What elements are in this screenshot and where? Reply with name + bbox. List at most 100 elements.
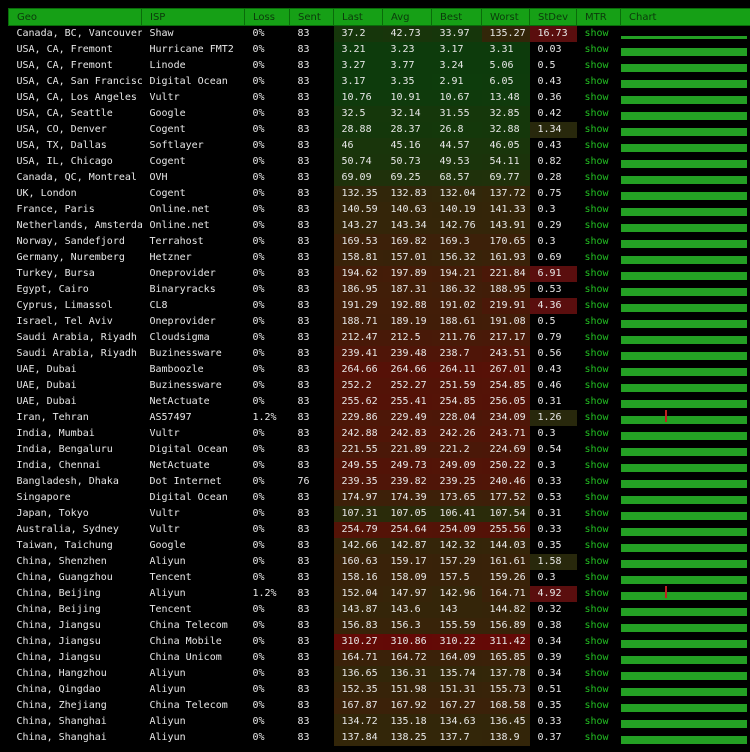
latency-chart-bar xyxy=(620,704,747,712)
table-row: Egypt, Cairo Binaryracks 0% 83 186.95 187.31 1… xyxy=(9,282,750,298)
cell-avg: 42.73 xyxy=(382,25,432,42)
mtr-show-link[interactable]: show xyxy=(577,202,621,218)
mtr-show-link[interactable]: show xyxy=(577,602,621,618)
latency-chart-bar xyxy=(620,410,747,424)
mtr-show-link[interactable]: show xyxy=(577,234,621,250)
cell-sent: 83 xyxy=(297,220,310,231)
mtr-show-link[interactable]: show xyxy=(577,554,621,570)
cell-loss: 0% xyxy=(252,396,265,407)
mtr-show-link[interactable]: show xyxy=(577,714,621,730)
mtr-show-link[interactable]: show xyxy=(577,42,621,58)
mtr-show-link[interactable]: show xyxy=(577,250,621,266)
cell-avg: 147.97 xyxy=(382,586,432,602)
mtr-show-link[interactable]: show xyxy=(577,378,621,394)
cell-last: 212.47 xyxy=(333,330,383,346)
mtr-show-link[interactable]: show xyxy=(577,522,621,538)
cell-worst: 156.89 xyxy=(481,618,530,634)
cell-best: 254.85 xyxy=(431,394,482,410)
cell-best: 151.31 xyxy=(431,682,482,698)
mtr-show-link[interactable]: show xyxy=(577,186,621,202)
cell-loss: 0% xyxy=(252,76,265,87)
mtr-show-link[interactable]: show xyxy=(577,314,621,330)
mtr-show-link[interactable]: show xyxy=(577,426,621,442)
cell-isp: Hurricane FMT2 xyxy=(149,44,234,55)
mtr-show-link[interactable]: show xyxy=(577,698,621,714)
mtr-show-link[interactable]: show xyxy=(577,586,621,602)
mtr-show-link[interactable]: show xyxy=(577,362,621,378)
mtr-show-link[interactable]: show xyxy=(577,298,621,314)
cell-isp: Binaryracks xyxy=(149,284,216,295)
table-row: China, Shenzhen Aliyun 0% 83 160.63 159.17 157… xyxy=(9,554,750,570)
cell-sent: 83 xyxy=(297,396,310,407)
cell-sent: 83 xyxy=(297,684,310,695)
cell-geo: UAE, Dubai xyxy=(16,364,77,375)
mtr-show-link[interactable]: show xyxy=(577,90,621,106)
mtr-show-link[interactable]: show xyxy=(577,442,621,458)
cell-worst: 217.17 xyxy=(481,330,530,346)
cell-avg: 138.25 xyxy=(382,730,432,746)
cell-avg: 169.82 xyxy=(382,234,432,250)
cell-chart xyxy=(620,650,750,666)
mtr-show-link[interactable]: show xyxy=(577,26,621,43)
mtr-show-link[interactable]: show xyxy=(577,490,621,506)
cell-chart xyxy=(620,170,750,186)
cell-last: 143.87 xyxy=(333,602,383,618)
mtr-show-link[interactable]: show xyxy=(577,682,621,698)
cell-geo: China, Jiangsu xyxy=(16,636,101,647)
mtr-show-link[interactable]: show xyxy=(577,618,621,634)
cell-avg: 140.63 xyxy=(382,202,432,218)
cell-worst: 254.85 xyxy=(481,378,530,394)
cell-last: 32.5 xyxy=(333,106,383,122)
cell-sent: 83 xyxy=(297,188,310,199)
cell-avg: 142.87 xyxy=(382,538,432,554)
mtr-show-link[interactable]: show xyxy=(577,506,621,522)
mtr-show-link[interactable]: show xyxy=(577,330,621,346)
mtr-show-link[interactable]: show xyxy=(577,74,621,90)
cell-geo: Egypt, Cairo xyxy=(16,284,89,295)
table-row: Iran, Tehran AS57497 1.2% 83 229.86 229.49 228… xyxy=(9,410,750,426)
cell-worst: 144.03 xyxy=(481,538,530,554)
mtr-show-link[interactable]: show xyxy=(577,170,621,186)
mtr-show-link[interactable]: show xyxy=(577,58,621,74)
cell-isp: Vultr xyxy=(149,524,180,535)
cell-chart xyxy=(620,506,750,522)
mtr-show-link[interactable]: show xyxy=(577,730,621,746)
col-header-best: Best xyxy=(431,8,482,26)
latency-chart-bar xyxy=(620,368,747,376)
cell-stdev: 0.46 xyxy=(537,380,562,391)
table-row: Saudi Arabia, Riyadh Cloudsigma 0% 83 212.47… xyxy=(9,330,750,346)
cell-isp: Aliyun xyxy=(149,716,186,727)
cell-best: 142.32 xyxy=(431,538,482,554)
mtr-show-link[interactable]: show xyxy=(577,138,621,154)
mtr-show-link[interactable]: show xyxy=(577,410,621,426)
mtr-show-link[interactable]: show xyxy=(577,538,621,554)
cell-isp: Softlayer xyxy=(149,140,204,151)
cell-avg: 32.14 xyxy=(382,106,432,122)
mtr-show-link[interactable]: show xyxy=(577,346,621,362)
cell-avg: 187.31 xyxy=(382,282,432,298)
mtr-show-link[interactable]: show xyxy=(577,458,621,474)
mtr-show-link[interactable]: show xyxy=(577,474,621,490)
cell-best: 140.19 xyxy=(431,202,482,218)
mtr-show-link[interactable]: show xyxy=(577,266,621,282)
mtr-show-link[interactable]: show xyxy=(577,650,621,666)
mtr-show-link[interactable]: show xyxy=(577,666,621,682)
cell-isp: Terrahost xyxy=(149,236,204,247)
mtr-show-link[interactable]: show xyxy=(577,106,621,122)
cell-last: 140.59 xyxy=(333,202,383,218)
mtr-show-link[interactable]: show xyxy=(577,218,621,234)
mtr-show-link[interactable]: show xyxy=(577,634,621,650)
mtr-show-link[interactable]: show xyxy=(577,570,621,586)
mtr-show-link[interactable]: show xyxy=(577,394,621,410)
cell-loss: 0% xyxy=(252,476,265,487)
cell-loss: 0% xyxy=(252,252,265,263)
mtr-show-link[interactable]: show xyxy=(577,122,621,138)
cell-geo: Bangladesh, Dhaka xyxy=(16,476,119,487)
cell-isp: NetActuate xyxy=(149,396,210,407)
mtr-show-link[interactable]: show xyxy=(577,282,621,298)
mtr-show-link[interactable]: show xyxy=(577,154,621,170)
cell-sent: 83 xyxy=(297,412,310,423)
cell-chart xyxy=(620,586,750,602)
cell-sent: 83 xyxy=(297,108,310,119)
cell-stdev: 0.33 xyxy=(537,524,562,535)
